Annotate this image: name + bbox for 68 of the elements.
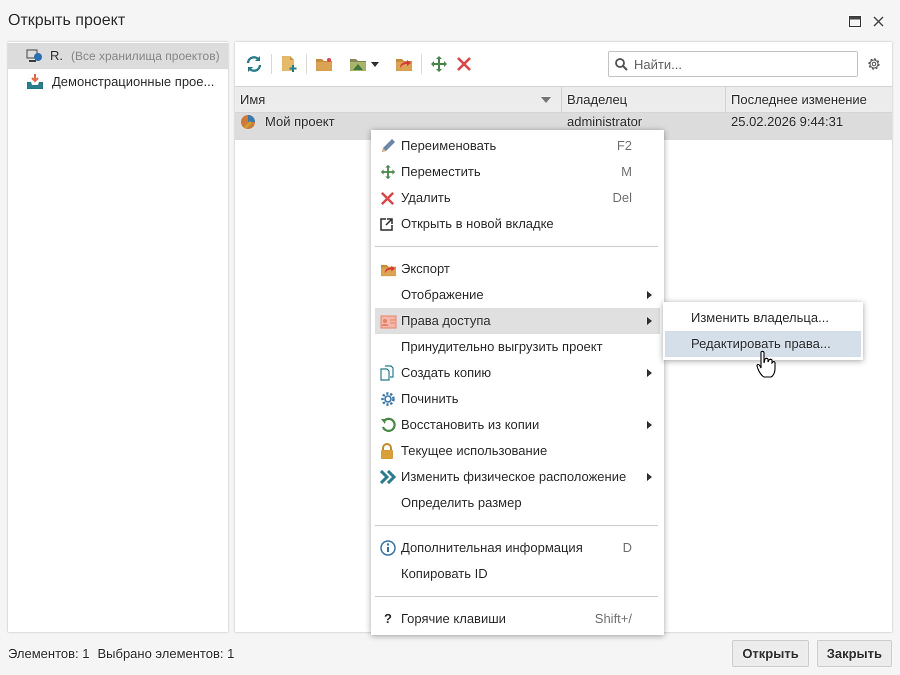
computer-icon (26, 48, 42, 64)
sidebar-item[interactable]: R. (Все хранилища проектов) (8, 43, 228, 69)
menu-item[interactable]: Отображение (375, 282, 660, 308)
sidebar-item-label: R. (50, 47, 63, 66)
status-text: Выбрано элементов: 1 (97, 644, 234, 663)
circular-arrow-icon (380, 417, 396, 433)
info-icon (380, 540, 396, 556)
maximize-icon[interactable] (849, 16, 861, 26)
menu-item[interactable]: Починить (375, 386, 660, 412)
window-title: Открыть проект (8, 11, 126, 31)
menu-item[interactable]: Создать копию (375, 360, 660, 386)
download-tray-icon (26, 74, 44, 90)
shortcut-text: Shift+/ (594, 610, 632, 628)
double-chevron-icon (380, 470, 397, 484)
help-glyph: ? (383, 610, 392, 628)
sidebar-item[interactable]: Демонстрационные прое... (8, 69, 228, 95)
submenu-item[interactable]: Редактировать права... (665, 331, 861, 357)
delete-icon[interactable] (456, 56, 472, 72)
project-icon (240, 114, 257, 131)
menu-item[interactable]: ? Горячие клавиши Shift+/ (375, 606, 660, 632)
menu-item[interactable]: Текущее использование (375, 438, 660, 464)
status-text: Элементов: 1 (8, 644, 90, 663)
sidebar-item-note: (Все хранилища проектов) (71, 48, 220, 65)
export-folder-icon[interactable] (395, 56, 413, 72)
id-card-icon (380, 314, 397, 328)
delete-icon (380, 190, 395, 206)
dialog-button[interactable]: Открыть (732, 640, 809, 667)
gear-icon (380, 391, 396, 407)
shortcut-text: F2 (616, 137, 632, 156)
menu-item[interactable]: Переместить M (375, 159, 660, 185)
submenu-item[interactable]: Изменить владельца... (665, 305, 861, 331)
menu-item[interactable]: Изменить физическое расположение (375, 464, 660, 490)
column-header[interactable]: Последнее изменение (726, 87, 892, 112)
menu-item[interactable]: Открыть в новой вкладке (375, 211, 660, 237)
menu-item[interactable]: Копировать ID (375, 561, 660, 587)
search-field[interactable]: Найти... (608, 51, 858, 77)
menu-item[interactable]: Определить размер (375, 490, 660, 516)
column-header[interactable]: Имя (235, 87, 562, 112)
new-file-icon[interactable] (280, 55, 298, 73)
menu-item[interactable]: Восстановить из копии (375, 412, 660, 438)
table-cell: 25.02.2026 9:44:31 (731, 114, 844, 130)
shortcut-text: M (621, 163, 632, 182)
dialog-button[interactable]: Закрыть (816, 640, 892, 667)
shortcut-text: D (622, 539, 632, 558)
sidebar-item-label: Демонстрационные прое... (52, 73, 214, 92)
table-cell: administrator (567, 114, 642, 130)
search-icon (615, 58, 628, 71)
copy-icon (380, 365, 394, 381)
new-folder-icon[interactable] (315, 56, 333, 72)
move-icon (380, 164, 396, 180)
folder-dropdown-button[interactable] (349, 56, 379, 72)
menu-item[interactable]: Дополнительная информация D (375, 535, 660, 561)
menu-item[interactable]: Права доступа (375, 308, 660, 334)
move-icon[interactable] (430, 55, 448, 73)
menu-item[interactable]: Удалить Del (375, 185, 660, 211)
external-link-icon (380, 218, 393, 230)
caret-icon (371, 62, 379, 66)
pencil-icon (380, 138, 396, 154)
column-header[interactable]: Владелец (562, 87, 726, 112)
menu-item[interactable]: Экспорт (375, 256, 660, 282)
table-cell: Мой проект (265, 114, 335, 130)
padlock-icon (380, 443, 394, 459)
folder-icon (349, 56, 367, 72)
menu-item[interactable]: Принудительно выгрузить проект (375, 334, 660, 360)
close-icon[interactable] (873, 16, 884, 26)
shortcut-text: Del (612, 189, 632, 208)
settings-icon[interactable] (866, 56, 882, 72)
refresh-icon[interactable] (245, 55, 263, 73)
